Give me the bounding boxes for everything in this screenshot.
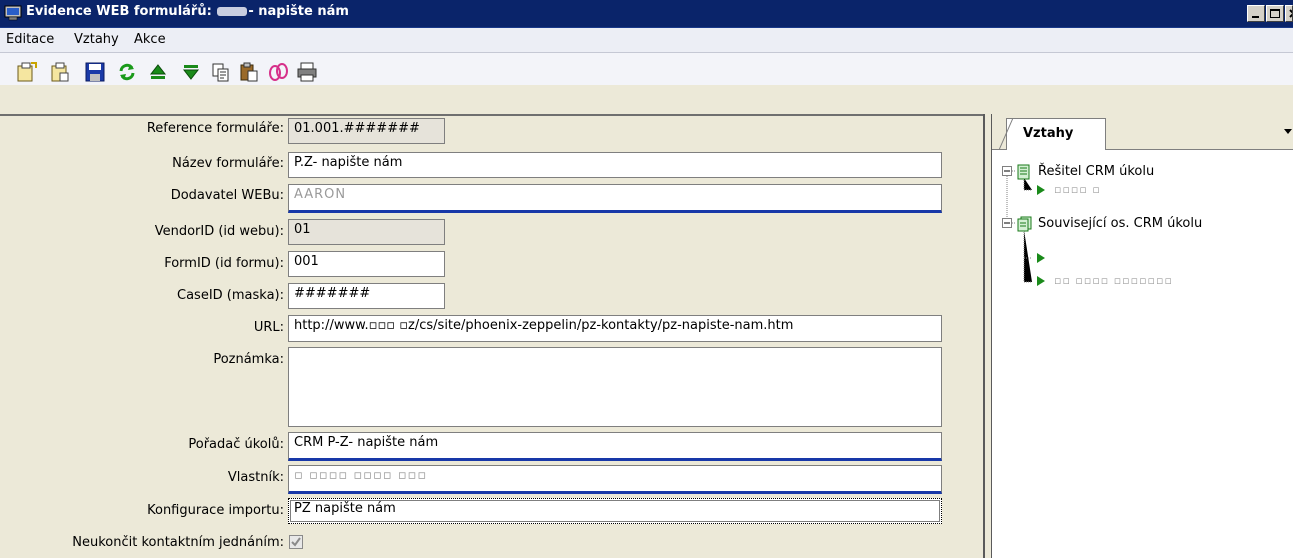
copy-record-icon[interactable]: [49, 61, 71, 83]
tree-node-resitel[interactable]: Řešitel CRM úkolu: [1038, 164, 1154, 179]
tab-vztahy-label: Vztahy: [1023, 126, 1074, 141]
reference-label: Reference formuláře:: [146, 121, 284, 136]
name-label: Název formuláře:: [172, 156, 284, 171]
url-label: URL:: [253, 320, 284, 335]
menu-editace[interactable]: Editace: [6, 32, 54, 47]
note-textarea[interactable]: [288, 347, 942, 427]
import-value: PZ napište nám: [294, 501, 396, 516]
save-icon[interactable]: [84, 61, 106, 83]
forms-icon: [1017, 216, 1033, 236]
close-button[interactable]: [1285, 5, 1293, 22]
vendor-label: Dodavatel WEBu:: [170, 188, 284, 203]
maximize-button[interactable]: [1266, 5, 1284, 22]
caseid-field[interactable]: #######: [288, 283, 445, 309]
menu-bar: Editace Vztahy Akce: [0, 28, 1293, 53]
unfinished-checkbox[interactable]: [289, 535, 303, 549]
unfinished-label: Neukončit kontaktním jednáním:: [72, 535, 284, 550]
vendorid-label: VendorID (id webu):: [154, 224, 284, 239]
caseid-label: CaseID (maska):: [177, 288, 284, 303]
tree-leaf-resitel[interactable]: ▫▫▫▫ ▫: [1054, 183, 1101, 196]
sorter-field[interactable]: CRM P-Z- napište nám: [288, 432, 942, 461]
title-bar: Evidence WEB formulářů: - napište nám: [0, 0, 1293, 28]
tab-vztahy[interactable]: Vztahy: [999, 118, 1106, 150]
formid-field[interactable]: 001: [288, 251, 445, 277]
name-field[interactable]: P.Z- napište nám: [288, 152, 942, 178]
vendor-value: AARON: [294, 187, 347, 202]
new-record-icon[interactable]: [16, 61, 38, 83]
vendor-field[interactable]: AARON: [288, 184, 942, 213]
redacted-text: [217, 7, 248, 16]
minimize-button[interactable]: [1247, 5, 1265, 22]
checkmark-icon: [291, 537, 301, 547]
play-icon: [1036, 275, 1046, 291]
import-field[interactable]: PZ napište nám: [288, 498, 942, 524]
note-label: Poznámka:: [213, 352, 284, 367]
import-label: Konfigurace importu:: [147, 503, 284, 518]
move-up-icon[interactable]: [147, 61, 169, 83]
caseid-value: #######: [294, 286, 371, 301]
tree-node-souvisejici[interactable]: Související os. CRM úkolu: [1038, 216, 1202, 231]
link-icon[interactable]: [268, 61, 290, 83]
name-value: P.Z- napište nám: [294, 155, 403, 170]
owner-label: Vlastník:: [227, 470, 284, 485]
print-icon[interactable]: [296, 61, 318, 83]
sorter-label: Pořadač úkolů:: [188, 437, 284, 452]
owner-value: ▫ ▫▫▫▫ ▫▫▫▫ ▫▫▫: [294, 468, 428, 483]
window-title: Evidence WEB formulářů: - napište nám: [26, 4, 349, 19]
url-value: http://www.▫▫▫ ▫z/cs/site/phoenix-zeppel…: [294, 318, 794, 333]
tab-strip: Vztahy: [992, 114, 1293, 150]
sorter-value: CRM P-Z- napište nám: [294, 435, 439, 450]
form-icon: [1017, 164, 1031, 184]
panel-splitter[interactable]: [983, 114, 991, 558]
menu-vztahy[interactable]: Vztahy: [74, 32, 119, 47]
play-icon: [1036, 252, 1046, 268]
form-frame-top: [0, 114, 985, 116]
url-field[interactable]: http://www.▫▫▫ ▫z/cs/site/phoenix-zeppel…: [288, 315, 942, 342]
vendorid-field: 01: [288, 219, 445, 245]
app-icon: [4, 5, 22, 21]
reference-field: 01.001.#######: [288, 118, 445, 144]
move-down-icon[interactable]: [180, 61, 202, 83]
paste-icon[interactable]: [238, 61, 260, 83]
formid-value: 001: [294, 254, 319, 269]
play-icon: [1036, 184, 1046, 200]
copy-icon[interactable]: [210, 61, 232, 83]
owner-field[interactable]: ▫ ▫▫▫▫ ▫▫▫▫ ▫▫▫: [288, 465, 942, 494]
tab-slant: [999, 118, 1013, 150]
relations-panel: Vztahy Řešitel CRM úkolu ▫▫▫▫ ▫ Souvisej…: [991, 114, 1293, 558]
menu-akce[interactable]: Akce: [134, 32, 166, 47]
chevron-down-icon[interactable]: [1282, 125, 1293, 135]
formid-label: FormID (id formu):: [164, 256, 284, 271]
refresh-icon[interactable]: [116, 61, 138, 83]
toolbar: [0, 53, 1293, 85]
tree-leaf-souvisejici-2[interactable]: ▫▫ ▫▫▫▫ ▫▫▫▫▫▫▫: [1054, 274, 1173, 287]
